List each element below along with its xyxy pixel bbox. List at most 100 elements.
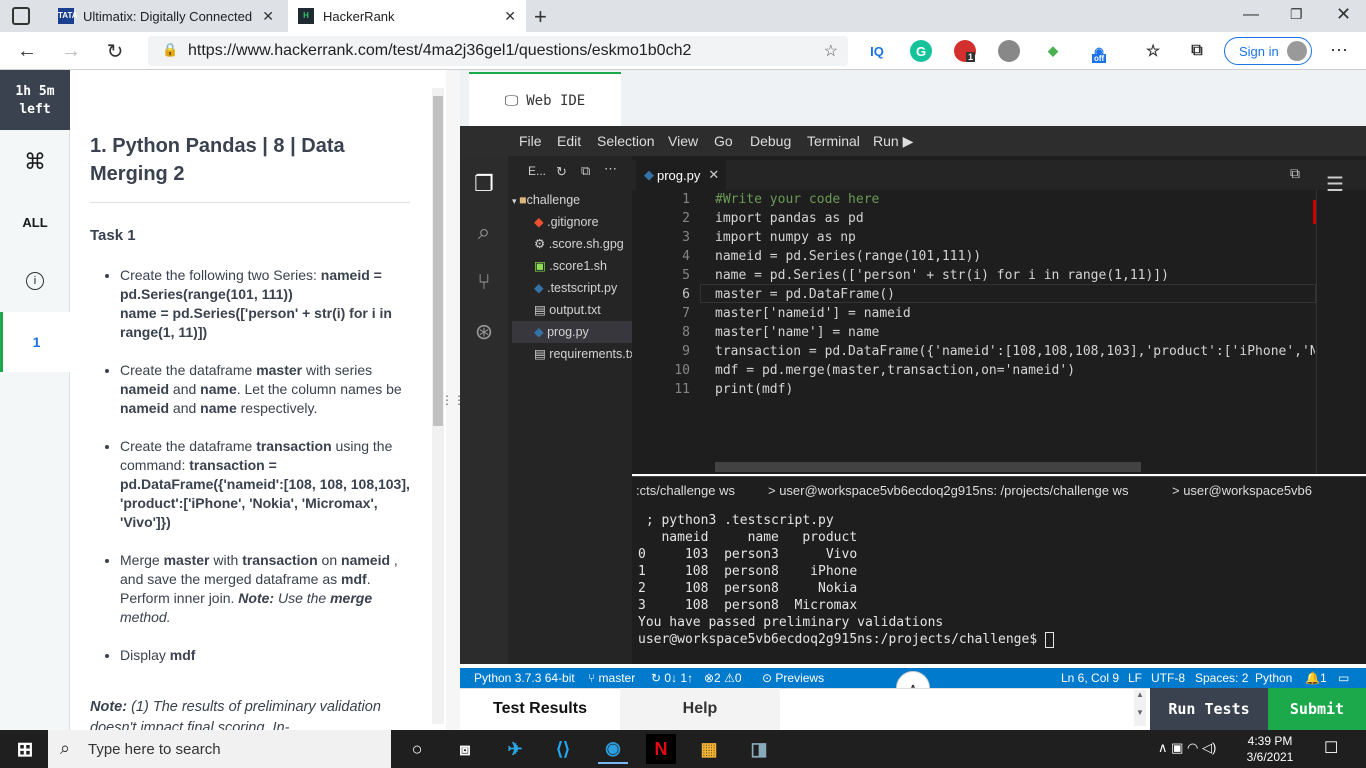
python-interpreter[interactable]: Python 3.7.3 64-bit [474,668,575,688]
explorer-files-icon[interactable]: ❐ [466,166,502,202]
terminal-tab-2[interactable]: > user@workspace5vb6ecdoq2g915ns: /proje… [768,483,1128,498]
windows-start-icon[interactable]: ⊞ [10,734,40,764]
menu-view[interactable]: View [668,126,698,156]
telegram-icon[interactable]: ✈ [500,734,530,764]
command-icon[interactable]: ⌘ [0,138,70,186]
open-changes-icon[interactable]: ⧉ [1290,165,1300,182]
file-requirements[interactable]: ▤ requirements.txt [512,343,632,365]
color-extension-icon[interactable]: ◆ [1042,40,1064,62]
menu-run[interactable]: Run ▶ [873,126,913,156]
menu-selection[interactable]: Selection [597,126,655,156]
url-bar[interactable]: 🔒 https://www.hackerrank.com/test/4ma2j3… [148,36,848,66]
favorites-icon[interactable]: ☆ [1142,40,1164,62]
refresh-explorer-icon[interactable]: ↻ [556,164,567,180]
file-gitignore[interactable]: ◆ .gitignore [512,211,632,233]
close-window-icon[interactable]: ✕ [1336,4,1351,25]
close-tab-icon[interactable]: ✕ [708,167,719,183]
search-icon[interactable]: ⌕ [466,214,502,250]
record-extension-icon[interactable] [998,40,1020,62]
indentation[interactable]: Spaces: 2 [1195,668,1248,688]
refresh-icon[interactable]: ↻ [98,32,132,70]
help-tab[interactable]: Help [620,688,780,730]
restore-icon[interactable]: ❐ [1290,6,1303,23]
web-ide-tab[interactable]: 🖵 Web IDE [469,72,621,128]
question-1-button[interactable]: 1 [0,312,70,372]
bold-text: Note: [90,699,128,715]
menu-edit[interactable]: Edit [557,126,581,156]
run-tests-button[interactable]: Run Tests [1150,688,1268,730]
more-actions-icon[interactable]: ⋯ [604,161,617,177]
menu-terminal[interactable]: Terminal [807,126,860,156]
cursor-position[interactable]: Ln 6, Col 9 [1061,668,1119,688]
menu-debug[interactable]: Debug [750,126,791,156]
editor-tab-prog-py[interactable]: ◆ prog.py ✕ [636,160,726,190]
clock[interactable]: 4:39 PM 3/6/2021 [1240,733,1300,765]
vscode-icon[interactable]: ⟨⟩ [548,734,578,764]
scroll-thumb[interactable] [433,96,443,426]
more-menu-icon[interactable]: ⋯ [1330,40,1348,61]
task-view-icon[interactable]: ⧈ [450,734,480,764]
favorite-add-icon[interactable]: ☆ [824,41,838,61]
tray-icons[interactable]: ∧ ▣ ◠ ◁) [1158,740,1216,756]
encoding[interactable]: UTF-8 [1151,668,1185,688]
menu-file[interactable]: File [519,126,542,156]
minimap[interactable] [1313,190,1366,474]
close-tab-icon[interactable]: ✕ [262,8,274,25]
collections-icon[interactable]: ⧉ [1186,40,1208,62]
git-sync[interactable]: ↻ 0↓ 1↑ [651,668,693,688]
taskbar-search[interactable]: ⌕ Type here to search [48,730,391,768]
panel-resize-handle[interactable]: ⋮⋮ [441,70,465,730]
list-menu-icon[interactable]: ☰ [1326,172,1344,197]
notification-center-icon[interactable]: ☐ [1324,738,1338,758]
terminal-output[interactable]: ; python3 .testscript.py nameid name pro… [632,506,1366,664]
grammarly-icon[interactable]: G [910,40,932,62]
file-prog-py[interactable]: ◆ prog.py [512,321,632,343]
layout-icon[interactable]: ▭ [1338,668,1349,688]
source-control-icon[interactable]: ⑂ [466,264,502,300]
text: Display [120,647,170,663]
netflix-icon[interactable]: N [646,734,676,764]
collapse-all-icon[interactable]: ⧉ [581,163,590,179]
search-placeholder: Type here to search [88,740,221,758]
minimize-icon[interactable]: — [1243,6,1259,24]
extension-alert-icon[interactable]: 1 [954,40,976,62]
horizontal-scrollbar[interactable] [715,462,1141,472]
problems-count[interactable]: ⊗2 ⚠0 [704,668,742,688]
info-icon[interactable]: i [0,262,70,300]
line-ending[interactable]: LF [1128,668,1142,688]
store-icon[interactable]: ▦ [694,734,724,764]
bold-text: Note: [238,590,275,606]
language-mode[interactable]: Python [1255,668,1292,688]
debug-icon[interactable]: ⊛ [466,314,502,350]
terminal-tab-3[interactable]: > user@workspace5vb6 [1172,483,1366,498]
browser-tab-ultimatix[interactable]: TATA Ultimatix: Digitally Connected ✕ [48,0,284,32]
browser-tab-hackerrank[interactable]: H HackerRank ✕ [288,0,526,32]
test-results-tab[interactable]: Test Results [460,688,620,730]
window-menu-icon[interactable] [12,7,30,25]
cortana-icon[interactable]: ○ [402,734,432,764]
close-tab-icon[interactable]: ✕ [504,8,516,25]
bottom-scrollbar[interactable]: ▲ ▼ [1134,690,1146,726]
file-testscript[interactable]: ◆ .testscript.py [512,277,632,299]
all-questions-button[interactable]: ALL [0,200,70,244]
back-arrow-icon[interactable]: ← [10,32,44,70]
terminal-text: ; python3 .testscript.py nameid name pro… [638,513,1038,647]
iq-extension-icon[interactable]: IQ [866,40,888,62]
file-score1-sh[interactable]: ▣ .score1.sh [512,255,632,277]
file-output[interactable]: ▤ output.txt [512,299,632,321]
git-branch[interactable]: ⑂ master [588,668,635,688]
sign-in-button[interactable]: Sign in [1224,37,1312,65]
previews[interactable]: ⊙ Previews [762,668,824,688]
notifications[interactable]: 🔔1 [1305,668,1327,688]
folder-challenge[interactable]: ▾ ■challenge [512,189,632,211]
terminal-tab-1[interactable]: :cts/challenge ws [636,483,735,498]
file-score-gpg[interactable]: ⚙ .score.sh.gpg [512,233,632,255]
text: Use the [274,590,331,606]
forward-arrow-icon[interactable]: → [54,32,88,70]
submit-button[interactable]: Submit [1268,688,1366,730]
menu-go[interactable]: Go [714,126,733,156]
app-icon[interactable]: ◨ [744,734,774,764]
vpn-extension-icon[interactable]: off ◉ [1088,40,1110,63]
new-tab-icon[interactable]: + [534,4,547,30]
edge-icon[interactable]: ◉ [598,734,628,764]
